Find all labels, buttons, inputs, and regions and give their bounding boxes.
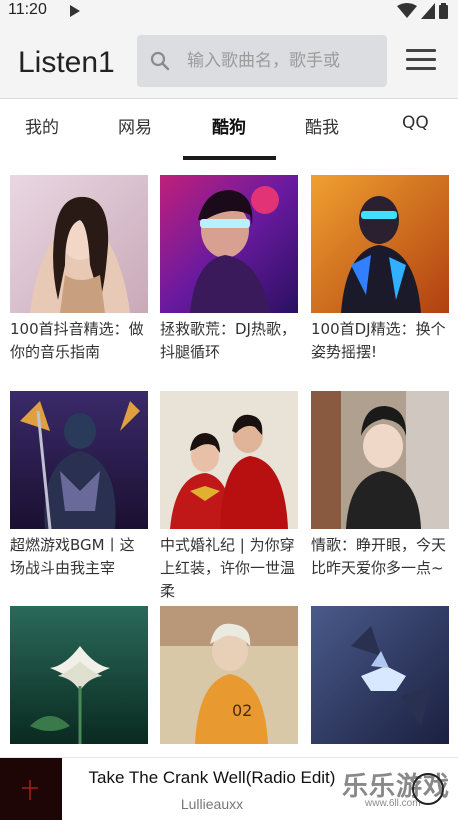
playlist-cover	[10, 391, 148, 529]
tab-kuwo[interactable]: 酷我	[305, 113, 339, 138]
tab-qq[interactable]: QQ	[402, 113, 429, 133]
active-tab-indicator	[183, 156, 276, 160]
playlist-title: 情歌：睁开眼，今天比昨天爱你多一点~	[311, 536, 447, 577]
playlist-cover	[311, 175, 449, 313]
playlist-cover: 02	[160, 606, 298, 744]
svg-text:02: 02	[232, 701, 252, 720]
now-playing-cover	[0, 758, 62, 820]
status-icons	[397, 3, 448, 19]
app-root: 11:20 Listen1 输入歌曲名，歌手或 我的 网易 酷狗 酷我 QQ 1…	[0, 0, 458, 820]
wifi-icon	[397, 3, 417, 18]
playlist-card[interactable]: 情歌：睁开眼，今天比昨天爱你多一点~	[311, 391, 449, 580]
hamburger-menu-icon[interactable]	[406, 49, 438, 73]
playlist-card[interactable]: 100首抖音精选：做你的音乐指南	[10, 175, 148, 364]
playlist-card[interactable]: 拯救歌荒：DJ热歌，抖腿循环	[160, 175, 298, 364]
playlist-card[interactable]: 中式婚礼纪 | 为你穿上红装，许你一世温柔	[160, 391, 298, 603]
tab-netease[interactable]: 网易	[118, 113, 152, 138]
playlist-cover	[160, 175, 298, 313]
playlist-title: 100首DJ精选：换个姿势摇摆!	[311, 320, 446, 361]
cellular-signal-icon	[421, 3, 435, 19]
playlist-card[interactable]: 02	[160, 606, 298, 749]
playlist-grid: 100首抖音精选：做你的音乐指南 拯救歌荒：DJ热歌，抖腿循环 100首DJ精选…	[0, 161, 458, 757]
mini-player[interactable]: Take The Crank Well(Radio Edit) Lullieau…	[0, 757, 458, 820]
playlist-card[interactable]	[311, 606, 449, 749]
search-icon	[150, 51, 170, 71]
playlist-card[interactable]: 超燃游戏BGM丨这场战斗由我主宰	[10, 391, 148, 580]
watermark-url: www.6ll.com	[365, 798, 421, 809]
battery-icon	[439, 3, 448, 19]
playlist-cover	[10, 606, 148, 744]
app-title: Listen1	[18, 46, 115, 79]
playlist-card[interactable]: 100首DJ精选：换个姿势摇摆!	[311, 175, 449, 364]
playlist-cover	[311, 391, 449, 529]
playlist-card[interactable]	[10, 606, 148, 749]
playlist-cover	[10, 175, 148, 313]
playlist-cover	[311, 606, 449, 744]
playlist-title: 超燃游戏BGM丨这场战斗由我主宰	[10, 536, 135, 577]
playlist-cover	[160, 391, 298, 529]
playlist-title: 100首抖音精选：做你的音乐指南	[10, 320, 144, 361]
search-box[interactable]	[137, 35, 387, 87]
playlist-title: 中式婚礼纪 | 为你穿上红装，许你一世温柔	[160, 536, 296, 600]
search-input[interactable]	[187, 47, 377, 75]
status-bar: 11:20	[0, 0, 458, 24]
media-playing-icon	[70, 5, 80, 17]
now-playing-title: Take The Crank Well(Radio Edit)	[88, 768, 336, 787]
toolbar: Listen1	[0, 24, 458, 99]
now-playing-artist: Lullieauxx	[180, 796, 244, 812]
tab-kugou[interactable]: 酷狗	[212, 113, 246, 138]
source-tabs: 我的 网易 酷狗 酷我 QQ	[0, 99, 458, 161]
status-time: 11:20	[8, 1, 47, 18]
playlist-title: 拯救歌荒：DJ热歌，抖腿循环	[160, 320, 296, 361]
tab-my[interactable]: 我的	[25, 113, 59, 138]
